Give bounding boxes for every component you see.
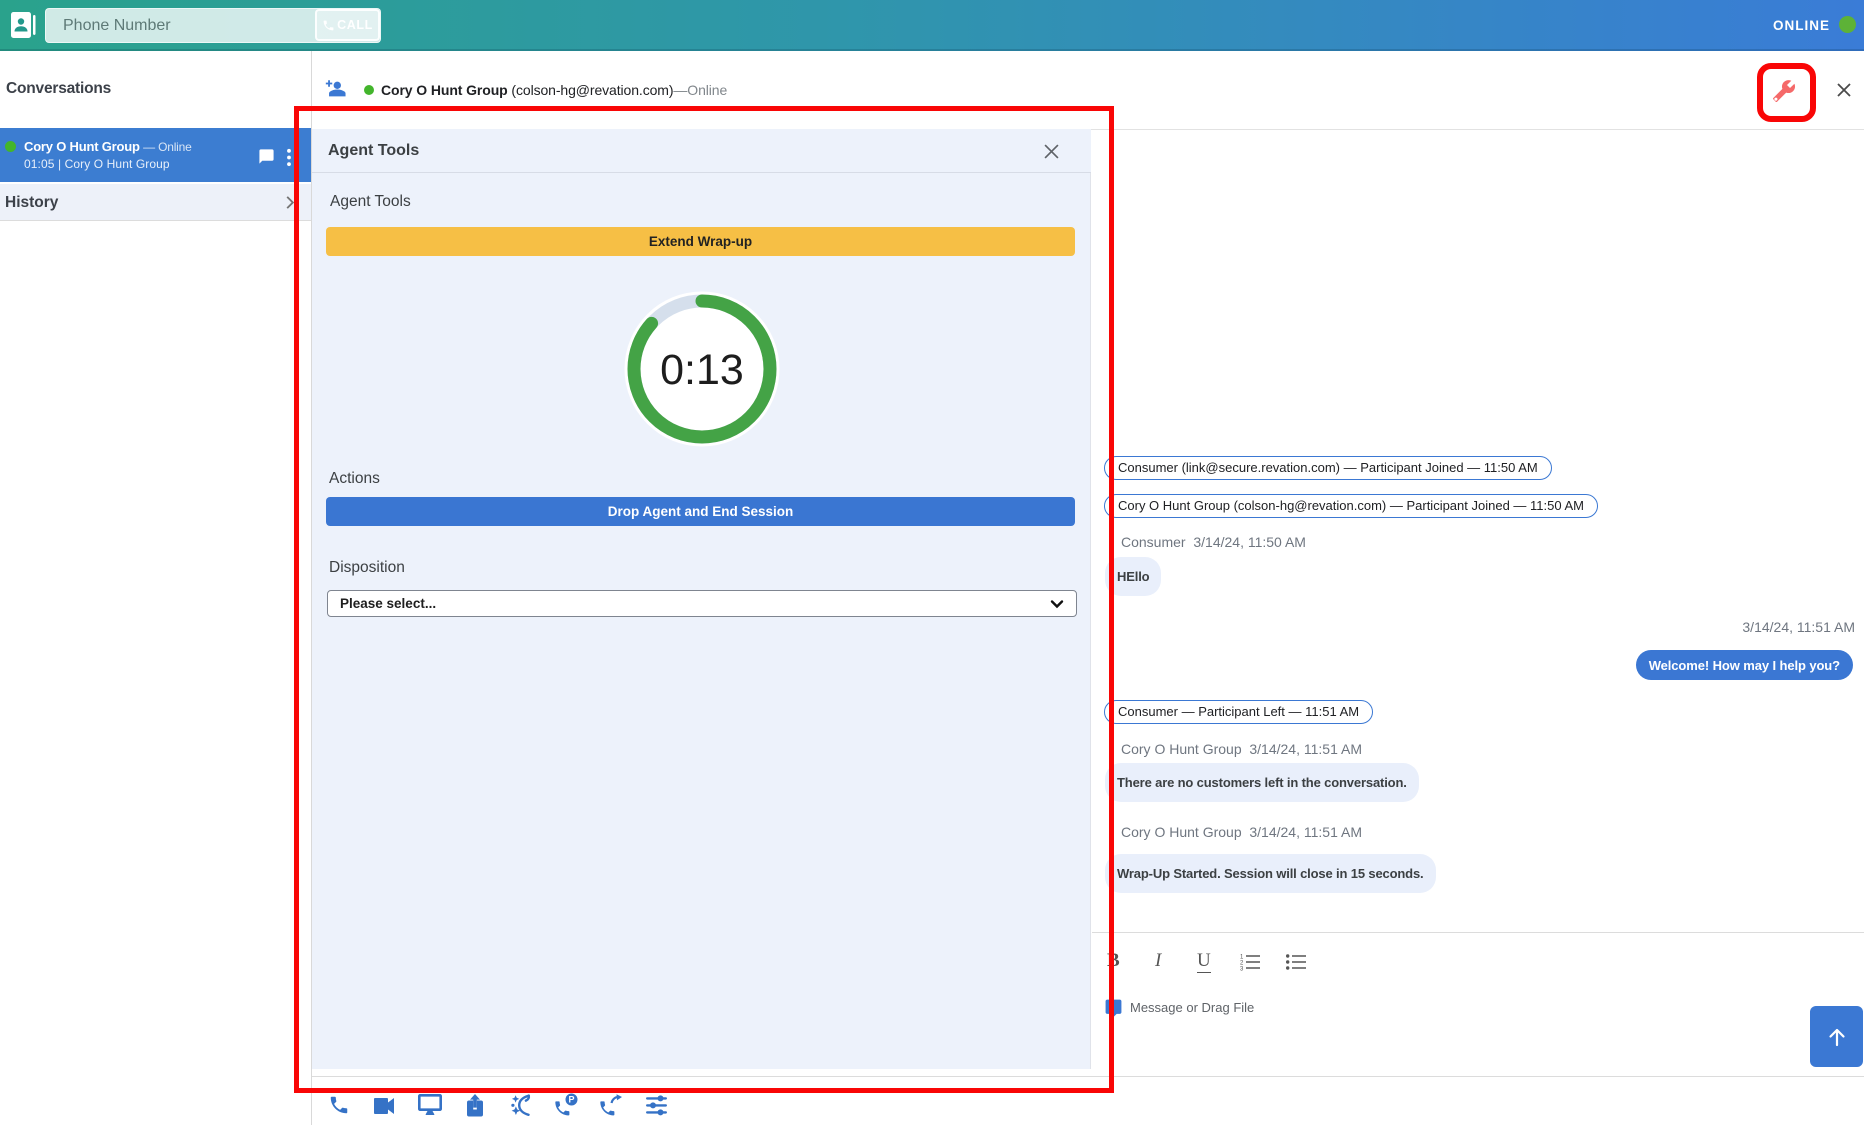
svg-text:3: 3 [1240,967,1244,972]
svg-text:P: P [568,1095,574,1105]
